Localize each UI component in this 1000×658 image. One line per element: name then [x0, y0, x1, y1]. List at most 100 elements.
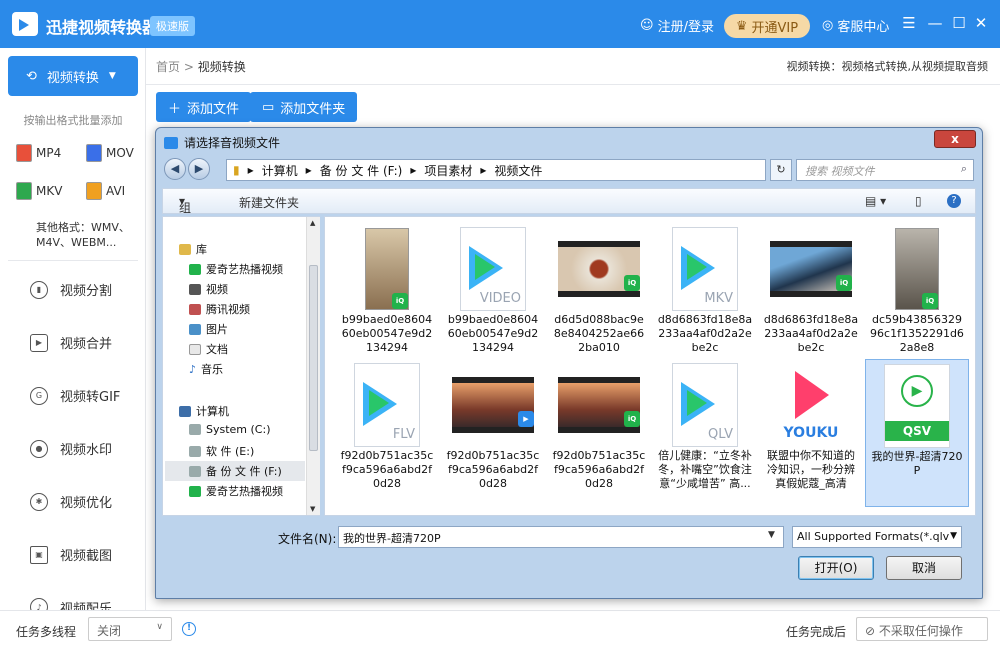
- file-name: d8d6863fd18e8a233aa4af0d2a2ebe2c: [657, 313, 753, 354]
- login-button[interactable]: ☺ 注册/登录: [640, 16, 714, 35]
- format-other[interactable]: 其他格式：WMV、M4V、WEBM...: [16, 220, 136, 250]
- sidebar-item-video-convert[interactable]: ⟲ 视频转换 ▼: [8, 56, 138, 96]
- help-icon[interactable]: ?: [947, 194, 961, 208]
- tree-item-library[interactable]: 库: [179, 241, 207, 257]
- back-arrow-icon[interactable]: ◀: [164, 158, 186, 180]
- file-name: dc59b4385632996c1f1352291d62a8e8: [870, 313, 964, 354]
- file-item[interactable]: iQ d8d6863fd18e8a233aa4af0d2a2ebe2c: [759, 223, 863, 371]
- format-mkv[interactable]: MKV: [16, 182, 62, 200]
- video-file-icon: VIDEO: [460, 227, 526, 311]
- file-item[interactable]: iQ dc59b4385632996c1f1352291d62a8e8: [865, 223, 969, 371]
- add-folder-button[interactable]: ▭ 添加文件夹: [250, 92, 358, 122]
- sidebar-item-screenshot[interactable]: ▣ 视频截图: [30, 545, 112, 564]
- tree-label: 库: [196, 243, 207, 256]
- vip-button[interactable]: ♛ 开通VIP: [724, 14, 810, 38]
- cancel-button[interactable]: 取消: [886, 556, 962, 580]
- tree-label: 音乐: [201, 363, 224, 376]
- format-mov[interactable]: MOV: [86, 144, 134, 162]
- iqiyi-icon: [189, 485, 201, 497]
- file-item[interactable]: iQ d6d5d088bac9e8e8404252ae662ba010: [547, 223, 651, 371]
- scroll-down-icon[interactable]: ▼: [310, 505, 315, 513]
- menu-icon[interactable]: ☰: [900, 14, 918, 32]
- info-icon[interactable]: !: [182, 622, 196, 636]
- youku-logo-icon: YOUKU: [771, 365, 851, 445]
- minimize-icon[interactable]: —: [926, 14, 944, 32]
- tree-item-pictures[interactable]: 图片: [189, 321, 228, 337]
- mkv-icon: [16, 182, 32, 200]
- documents-icon: [189, 343, 201, 355]
- video-thumbnail: iQ: [558, 241, 640, 297]
- format-label: AVI: [106, 184, 126, 198]
- divider: [8, 260, 138, 261]
- address-bar: ◀ ▶ ▮ ▸ 计算机 ▸ 备 份 文 件 (F:) ▸ 项目素材 ▸ 视频文件…: [162, 156, 976, 184]
- title-bar: 迅捷视频转换器 极速版 ☺ 注册/登录 ♛ 开通VIP ◎ 客服中心 ☰ — ☐…: [0, 0, 1000, 48]
- file-item[interactable]: YOUKU 联盟中你不知道的冷知识，一秒分辨真假妮蔻_高清: [759, 359, 863, 507]
- chevron-down-icon[interactable]: ▼: [768, 530, 775, 540]
- sidebar-item-watermark[interactable]: ● 视频水印: [30, 439, 112, 458]
- path-segment[interactable]: 备 份 文 件 (F:): [320, 162, 403, 179]
- format-mp4[interactable]: MP4: [16, 144, 61, 162]
- tree-item-drive-e[interactable]: 软 件 (E:): [189, 443, 254, 459]
- tree-label: 图片: [206, 323, 228, 336]
- tree-item-drive-c[interactable]: System (C:): [189, 423, 271, 436]
- video-thumbnail: ▶: [452, 377, 534, 433]
- filename-input[interactable]: 我的世界-超清720P: [338, 526, 784, 548]
- add-file-button[interactable]: ＋ 添加文件: [156, 92, 252, 122]
- file-item[interactable]: iQ b99baed0e860460eb00547e9d2134294: [335, 223, 439, 371]
- other-formats-label: 其他格式：WMV、M4V、WEBM...: [36, 221, 130, 249]
- file-item[interactable]: ▶ f92d0b751ac35cf9ca596a6abd2f0d28: [441, 359, 545, 507]
- dialog-close-button[interactable]: x: [934, 130, 976, 148]
- tree-item-drive-f[interactable]: 备 份 文 件 (F:): [165, 461, 305, 481]
- file-name: 我的世界-超清720P: [871, 450, 963, 477]
- format-avi[interactable]: AVI: [86, 182, 125, 200]
- file-item[interactable]: iQ f92d0b751ac35cf9ca596a6abd2f0d28: [547, 359, 651, 507]
- tree-item-computer[interactable]: 计算机: [179, 403, 229, 419]
- play-icon: [369, 390, 389, 416]
- scrollbar-thumb[interactable]: [309, 265, 318, 451]
- tree-item-iqiyi[interactable]: 爱奇艺热播视频: [189, 261, 283, 277]
- sidebar-item-gif[interactable]: G 视频转GIF: [30, 386, 120, 405]
- sidebar-item-music[interactable]: ♪ 视频配乐: [30, 598, 112, 610]
- scroll-up-icon[interactable]: ▲: [310, 219, 315, 227]
- new-folder-button[interactable]: 新建文件夹: [239, 194, 299, 211]
- tree-item-video[interactable]: 视频: [189, 281, 228, 297]
- file-item[interactable]: VIDEO b99baed0e860460eb00547e9d2134294: [441, 223, 545, 371]
- sidebar-item-merge[interactable]: ▶ 视频合并: [30, 333, 112, 352]
- tree-scrollbar[interactable]: ▲ ▼: [306, 217, 320, 515]
- service-button[interactable]: ◎ 客服中心: [822, 16, 889, 35]
- close-icon[interactable]: ✕: [972, 14, 990, 32]
- refresh-icon[interactable]: ↻: [770, 159, 792, 181]
- tree-item-iqiyi-2[interactable]: 爱奇艺热播视频: [189, 483, 283, 499]
- file-item-selected[interactable]: ▶ QSV 我的世界-超清720P: [865, 359, 969, 507]
- after-complete-select[interactable]: ⊘ 不采取任何操作: [856, 617, 988, 641]
- organize-button[interactable]: 组织 ▾: [179, 194, 191, 232]
- tree-item-documents[interactable]: 文档: [189, 341, 228, 357]
- path-segment[interactable]: 视频文件: [494, 162, 542, 179]
- file-item[interactable]: FLV f92d0b751ac35cf9ca596a6abd2f0d28: [335, 359, 439, 507]
- file-name: f92d0b751ac35cf9ca596a6abd2f0d28: [446, 449, 540, 490]
- screenshot-icon: ▣: [30, 545, 48, 564]
- tree-item-music[interactable]: ♪ 音乐: [189, 361, 223, 377]
- video-thumbnail: iQ: [365, 228, 409, 310]
- file-type-select[interactable]: All Supported Formats(*.qlv; ▼: [792, 526, 962, 548]
- view-mode-icon[interactable]: ▤ ▾: [865, 194, 886, 208]
- preview-pane-icon[interactable]: ▯: [915, 194, 922, 208]
- sidebar-item-split[interactable]: ▮ 视频分割: [30, 280, 112, 299]
- crown-icon: ♛: [735, 18, 748, 34]
- forward-arrow-icon[interactable]: ▶: [188, 158, 210, 180]
- multithread-select[interactable]: 关闭 ∨: [88, 617, 172, 641]
- search-input[interactable]: 搜索 视频文件 ⌕: [796, 159, 974, 181]
- file-item[interactable]: MKV d8d6863fd18e8a233aa4af0d2a2ebe2c: [653, 223, 757, 371]
- open-button[interactable]: 打开(O): [798, 556, 874, 580]
- path-segment[interactable]: 项目素材: [424, 162, 472, 179]
- sidebar-item-label: 视频配乐: [60, 602, 113, 610]
- video-thumbnail: iQ: [770, 241, 852, 297]
- maximize-icon[interactable]: ☐: [950, 14, 968, 32]
- tree-item-tencent[interactable]: 腾讯视频: [189, 301, 250, 317]
- file-item[interactable]: QLV 倍儿健康：“立冬补冬，补嘴空”饮食注意“少咸增苦” 高...: [653, 359, 757, 507]
- sidebar: ⟲ 视频转换 ▼ 按输出格式批量添加 MP4 MOV MKV AVI 其他格式：…: [0, 48, 146, 610]
- sidebar-item-optimize[interactable]: ✱ 视频优化: [30, 492, 112, 511]
- breadcrumb-home[interactable]: 首页: [156, 60, 180, 74]
- path-input[interactable]: ▮ ▸ 计算机 ▸ 备 份 文 件 (F:) ▸ 项目素材 ▸ 视频文件: [226, 159, 766, 181]
- path-segment[interactable]: 计算机: [262, 162, 298, 179]
